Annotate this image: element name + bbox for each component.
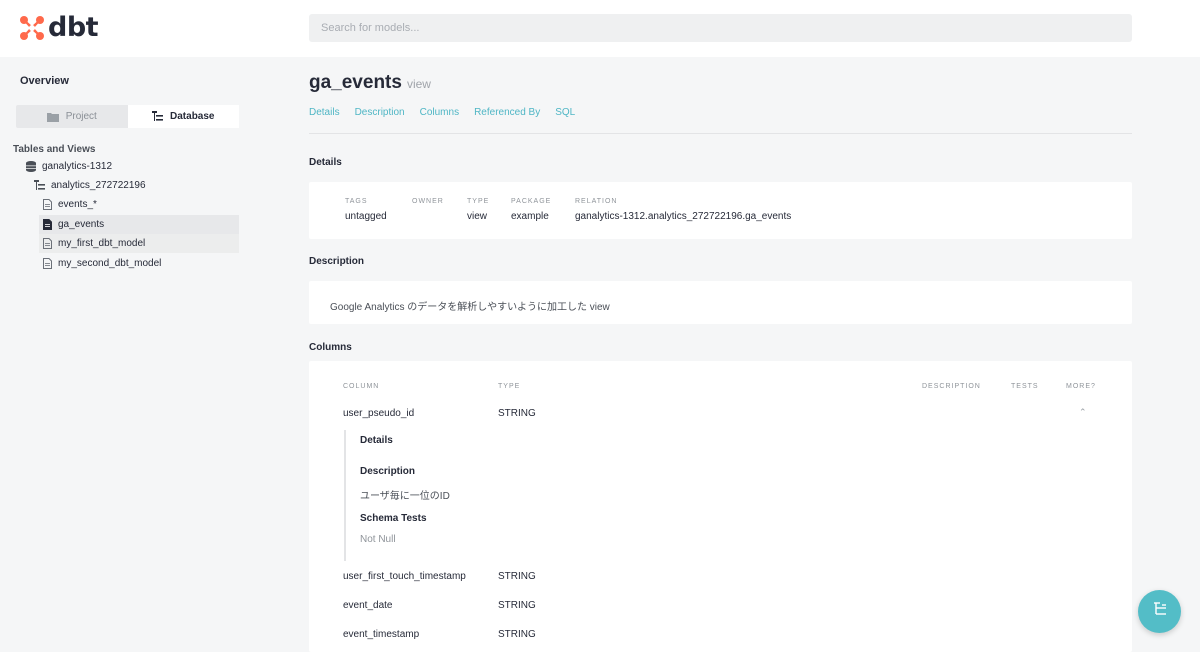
expanded-details-heading: Details (360, 435, 393, 446)
sidebar-tabs: Project Database (16, 105, 239, 128)
details-heading: Details (309, 157, 342, 168)
column-type: STRING (498, 600, 536, 611)
column-type: STRING (498, 629, 536, 640)
detail-label: TYPE (467, 198, 490, 205)
tree-database-label: ganalytics-1312 (42, 161, 113, 172)
tree-icon (152, 111, 164, 122)
detail-value: example (511, 211, 549, 222)
detail-package: PACKAGE example (511, 198, 551, 222)
column-name: user_first_touch_timestamp (343, 571, 466, 582)
tab-database-label: Database (170, 111, 215, 122)
dbt-logo[interactable]: dbt (19, 12, 99, 43)
detail-value: view (467, 211, 488, 222)
columns-heading: Columns (309, 342, 352, 353)
folder-icon (46, 112, 59, 122)
chevron-up-icon[interactable]: ⌃ (1079, 407, 1087, 418)
database-icon (26, 161, 36, 172)
tree-item-label: events_* (58, 199, 97, 210)
columns-card: COLUMN TYPE DESCRIPTION TESTS MORE? user… (309, 361, 1132, 652)
detail-relation: RELATION ganalytics-1312.analytics_27272… (575, 198, 791, 222)
lineage-tree-icon (1152, 601, 1168, 622)
tree-schema[interactable]: analytics_272722196 (34, 176, 239, 195)
tab-project-label: Project (65, 111, 97, 122)
expanded-tests-heading: Schema Tests (360, 513, 427, 524)
column-header-more: MORE? (1066, 383, 1096, 390)
divider (309, 133, 1132, 134)
tree-icon (34, 180, 45, 191)
tree-item-label: ga_events (58, 219, 105, 230)
search-input[interactable] (309, 14, 1132, 42)
tree-database[interactable]: ganalytics-1312 (26, 157, 239, 176)
expanded-tests-text: Not Null (360, 534, 396, 545)
page-title: ga_events view (309, 72, 431, 94)
column-header-tests: TESTS (1011, 383, 1039, 390)
tree-item-label: my_first_dbt_model (58, 238, 146, 249)
detail-value: ganalytics-1312.analytics_272722196.ga_e… (575, 211, 792, 222)
tables-and-views-title: Tables and Views (13, 144, 96, 155)
section-nav: Details Description Columns Referenced B… (309, 107, 590, 118)
model-type-label: view (406, 77, 431, 91)
top-bar: dbt (0, 0, 1200, 57)
file-icon (43, 258, 52, 269)
detail-type: TYPE view (467, 198, 489, 222)
overview-link[interactable]: Overview (20, 75, 69, 87)
detail-label: PACKAGE (511, 198, 552, 205)
description-card: Google Analytics のデータを解析しやすいように加工した view (309, 281, 1132, 324)
detail-label: OWNER (412, 198, 444, 205)
column-header-column: COLUMN (343, 383, 380, 390)
detail-owner: OWNER (412, 198, 444, 211)
column-type: STRING (498, 571, 536, 582)
logo-text: dbt (48, 12, 99, 43)
file-icon (43, 199, 52, 210)
column-name: event_date (343, 600, 393, 611)
tab-project[interactable]: Project (16, 105, 128, 128)
tree-item-label: my_second_dbt_model (58, 258, 162, 269)
column-name: event_timestamp (343, 629, 420, 640)
description-heading: Description (309, 256, 365, 267)
expanded-description-heading: Description (360, 466, 416, 477)
tab-database[interactable]: Database (127, 105, 239, 128)
tree-item-ga-events[interactable]: ga_events (39, 215, 239, 234)
file-icon (43, 219, 52, 230)
nav-sql[interactable]: SQL (555, 107, 575, 118)
column-name: user_pseudo_id (343, 408, 415, 419)
column-header-type: TYPE (498, 383, 521, 390)
sidebar: Overview Project Database Tables and Vie… (0, 57, 255, 652)
column-header-description: DESCRIPTION (922, 383, 981, 390)
nav-details[interactable]: Details (309, 107, 340, 118)
column-type: STRING (498, 408, 536, 419)
expanded-description-text: ユーザ毎に一位のID (360, 491, 450, 502)
detail-value: untagged (345, 211, 387, 222)
tree-item-my-first-dbt-model[interactable]: my_first_dbt_model (39, 234, 239, 253)
tree-item-events[interactable]: events_* (39, 195, 239, 214)
nav-description[interactable]: Description (355, 107, 405, 118)
detail-tags: TAGS untagged (345, 198, 387, 222)
description-text: Google Analytics のデータを解析しやすいように加工した view (330, 302, 610, 313)
dbt-logo-icon (19, 15, 45, 41)
details-card: TAGS untagged OWNER TYPE view PACKAGE ex… (309, 182, 1132, 239)
tree-schema-label: analytics_272722196 (51, 180, 146, 191)
file-icon (43, 238, 52, 249)
lineage-fab-button[interactable] (1138, 590, 1181, 633)
nav-referenced-by[interactable]: Referenced By (474, 107, 540, 118)
detail-label: TAGS (345, 198, 368, 205)
tree-item-my-second-dbt-model[interactable]: my_second_dbt_model (39, 254, 239, 273)
nav-columns[interactable]: Columns (420, 107, 459, 118)
model-title: ga_events (309, 72, 402, 93)
detail-label: RELATION (575, 198, 618, 205)
expanded-indicator (344, 430, 346, 561)
